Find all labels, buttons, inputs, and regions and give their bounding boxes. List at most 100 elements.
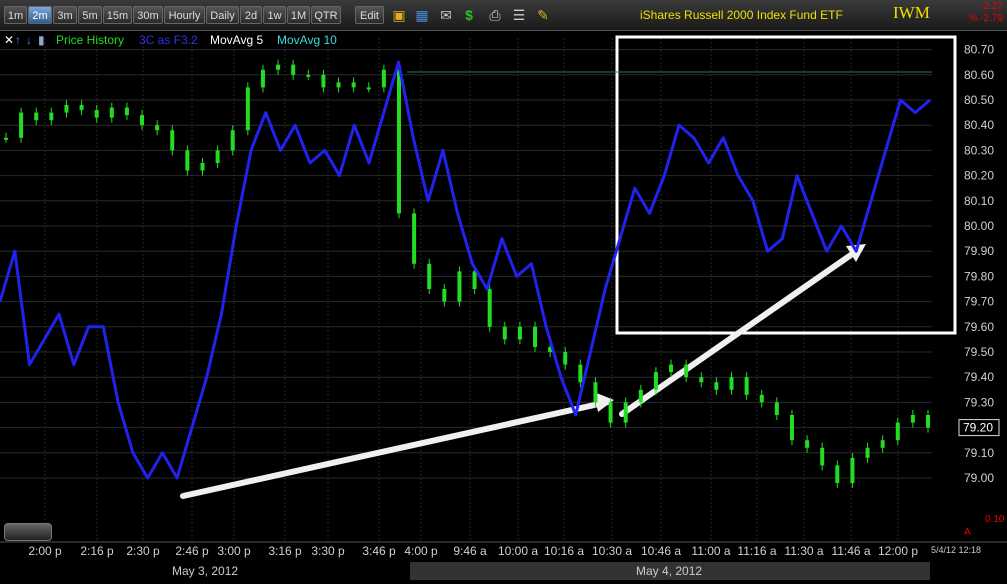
x-tick-label: 3:16 p [268, 544, 302, 558]
price-candle [865, 447, 870, 458]
legend-indicator[interactable]: 3C as F3.2 [139, 33, 198, 47]
price-candle [155, 125, 160, 131]
price-candle [260, 69, 265, 88]
price-candle [200, 163, 205, 171]
y-tick-label: 79.70 [964, 295, 994, 309]
x-tick-label: 11:30 a [784, 544, 823, 558]
legend-price-history[interactable]: Price History [56, 33, 124, 47]
price-candle [245, 87, 250, 131]
price-candle [124, 107, 129, 116]
x-tick-label: 10:16 a [544, 544, 584, 558]
price-candle [170, 130, 175, 151]
price-candle [895, 422, 900, 441]
price-candle [714, 382, 719, 390]
y-tick-label: 79.80 [964, 269, 994, 283]
price-candle [789, 415, 794, 441]
price-candle [517, 326, 522, 340]
price-candle [487, 289, 492, 327]
price-candle [230, 130, 235, 151]
price-candle [94, 110, 99, 118]
price-candle [19, 112, 24, 138]
y-tick-label: 79.00 [964, 471, 994, 485]
y-tick-label: 79.90 [964, 244, 994, 258]
price-candle [563, 352, 568, 365]
price-candle [880, 440, 885, 448]
y-tick-label: 80.10 [964, 194, 994, 208]
legend-ma5[interactable]: MovAvg 5 [210, 33, 263, 47]
price-candle [759, 394, 764, 403]
price-candle [926, 415, 930, 428]
price-candle [412, 213, 417, 264]
price-candle [291, 64, 296, 75]
volume-marker: A [964, 527, 971, 538]
x-tick-label: 12:00 p [878, 544, 918, 558]
x-tick-label: 3:00 p [217, 544, 251, 558]
y-tick-label: 79.10 [964, 446, 994, 460]
last-update-timestamp: 5/4/12 12:18 [931, 545, 982, 555]
price-candle [442, 289, 447, 302]
legend-bar-icon: ▮ [38, 33, 45, 47]
price-candle [699, 377, 704, 383]
price-candle [109, 107, 114, 118]
y-tick-label: 80.40 [964, 118, 994, 132]
price-candle [533, 326, 538, 347]
price-candle [653, 372, 658, 390]
price-candle [49, 112, 54, 121]
x-tick-label: 3:30 p [311, 544, 345, 558]
price-candle [910, 415, 915, 423]
y-axis: 79.00 79.10 79.20 79.30 79.40 79.50 79.60 79.70… [964, 43, 994, 485]
last-price-marker: 79.20 [958, 419, 1000, 437]
price-candle [578, 364, 583, 383]
date-label-left: May 3, 2012 [172, 564, 239, 578]
y-tick-label: 80.00 [964, 219, 994, 233]
price-chart[interactable]: 79.00 79.10 79.20 79.30 79.40 79.50 79.60 79.70… [0, 0, 1007, 584]
x-tick-label: 10:00 a [498, 544, 538, 558]
last-price-label: 79.20 [963, 421, 993, 435]
price-candle [4, 137, 8, 140]
date-label-right: May 4, 2012 [636, 564, 703, 578]
price-candle [321, 74, 326, 88]
legend-down-arrow-icon[interactable]: ↓ [26, 33, 32, 47]
price-candle [140, 115, 145, 126]
price-candle [396, 69, 401, 214]
price-candle [502, 326, 507, 340]
legend-up-arrow-icon[interactable]: ↑ [15, 33, 21, 47]
price-candle [34, 112, 39, 121]
price-candle [820, 447, 825, 466]
x-tick-label: 3:46 p [362, 544, 396, 558]
y-tick-label: 79.60 [964, 320, 994, 334]
price-candle [774, 402, 779, 415]
y-tick-label: 79.40 [964, 370, 994, 384]
y-tick-label: 80.30 [964, 143, 994, 157]
legend-ma10[interactable]: MovAvg 10 [277, 33, 337, 47]
y-tick-label: 79.50 [964, 345, 994, 359]
y-tick-label: 80.70 [964, 43, 994, 57]
x-tick-label: 4:00 p [404, 544, 438, 558]
price-candle [805, 440, 810, 448]
x-axis: 2:00 p 2:16 p 2:30 p 2:46 p 3:00 p 3:16 p 3:30… [0, 541, 1007, 558]
price-candle [427, 263, 432, 289]
x-tick-label: 11:16 a [737, 544, 776, 558]
x-tick-label: 11:46 a [831, 544, 870, 558]
price-candle [684, 364, 689, 378]
price-candle [623, 402, 628, 423]
price-candle [276, 64, 281, 70]
highlight-box [615, 35, 957, 335]
price-candle [457, 271, 462, 302]
price-candle [351, 82, 356, 88]
price-trend-arrow [180, 399, 611, 499]
price-candle [850, 457, 855, 484]
price-candle [381, 69, 386, 88]
price-candle [638, 389, 643, 403]
price-candle [185, 150, 190, 171]
volume-value: 0.10 [985, 514, 1005, 525]
price-candle [366, 87, 371, 90]
y-tick-label: 79.30 [964, 395, 994, 409]
price-candle [215, 150, 220, 163]
price-candle [835, 465, 840, 484]
price-candle [472, 271, 477, 289]
legend-close-icon[interactable]: ✕ [4, 33, 14, 47]
x-tick-label: 11:00 a [691, 544, 730, 558]
x-tick-label: 2:16 p [80, 544, 114, 558]
scroll-handle[interactable] [4, 523, 52, 541]
